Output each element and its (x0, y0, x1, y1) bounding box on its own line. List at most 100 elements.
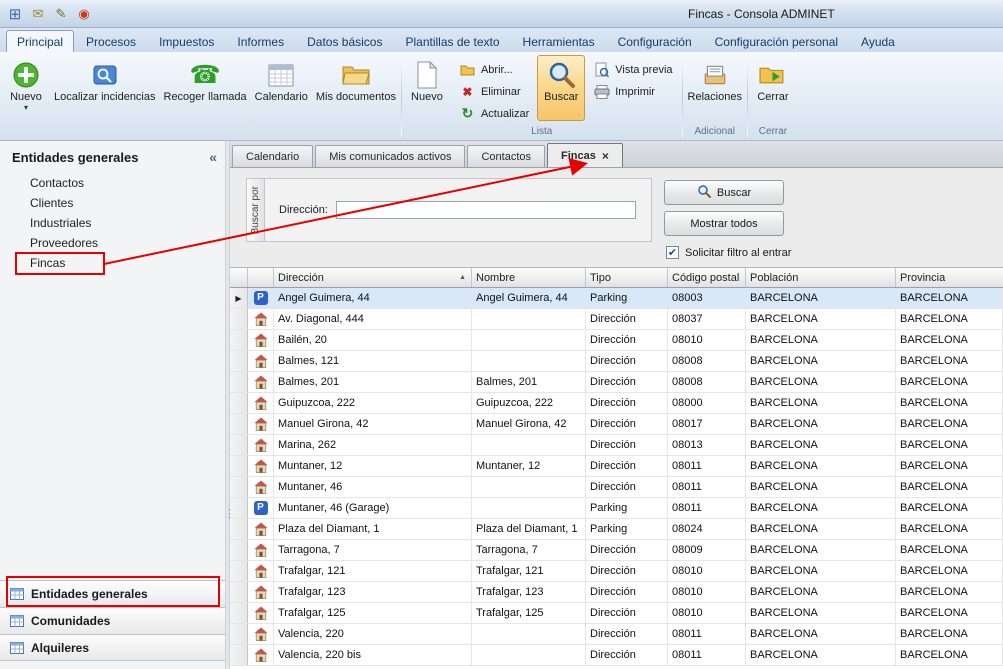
close-icon[interactable]: × (602, 149, 609, 163)
tab-mis-comunicados-activos[interactable]: Mis comunicados activos (315, 145, 465, 167)
table-row[interactable]: Marina, 262Dirección08013BARCELONABARCEL… (230, 435, 1003, 456)
tab-fincas[interactable]: Fincas × (547, 143, 623, 167)
building-icon (248, 372, 274, 392)
nav-button-comunidades[interactable]: Comunidades (0, 607, 225, 634)
cell-poblacion: BARCELONA (746, 477, 896, 497)
nuevo-button[interactable]: Nuevo ▾ (2, 55, 50, 121)
close-folder-icon (759, 58, 786, 91)
actualizar-button[interactable]: ↻ Actualizar (456, 105, 532, 122)
cell-codigo-postal: 08011 (668, 477, 746, 497)
table-row[interactable]: Muntaner, 12Muntaner, 12Dirección08011BA… (230, 456, 1003, 477)
abrir-button[interactable]: Abrir... (456, 61, 532, 78)
cell-codigo-postal: 08008 (668, 372, 746, 392)
ribbon-tab-bar: PrincipalProcesosImpuestosInformesDatos … (0, 28, 1003, 52)
cell-direccion: Balmes, 121 (274, 351, 472, 371)
building-icon (248, 393, 274, 413)
imprimir-button[interactable]: Imprimir (590, 83, 675, 100)
table-row[interactable]: PMuntaner, 46 (Garage)Parking08011BARCEL… (230, 498, 1003, 519)
calendario-button[interactable]: Calendario (251, 55, 312, 121)
cell-nombre: Balmes, 201 (472, 372, 586, 392)
nav-button-entidades-generales[interactable]: Entidades generales (0, 580, 225, 607)
ribbon-tab-datos-basicos[interactable]: Datos básicos (296, 30, 393, 52)
nuevo-lista-button[interactable]: Nuevo (403, 55, 451, 121)
record-icon[interactable]: ◉ (74, 4, 94, 24)
tab-contactos[interactable]: Contactos (467, 145, 545, 167)
sidebar-item-contactos[interactable]: Contactos (0, 173, 225, 193)
lista-small-buttons-2: Vista previa Imprimir (585, 55, 680, 100)
cell-nombre (472, 498, 586, 518)
ribbon-tab-impuestos[interactable]: Impuestos (148, 30, 225, 52)
cerrar-button[interactable]: Cerrar (749, 55, 797, 121)
sidebar-item-fincas[interactable]: Fincas (0, 253, 225, 273)
ribbon-tab-procesos[interactable]: Procesos (75, 30, 147, 52)
mis-documentos-button[interactable]: Mis documentos (312, 55, 400, 121)
mostrar-todos-button[interactable]: Mostrar todos (664, 211, 784, 236)
ribbon-tab-ayuda[interactable]: Ayuda (850, 30, 906, 52)
column-header-codigo-postal[interactable]: Código postal (668, 268, 746, 287)
column-header-poblacion[interactable]: Población (746, 268, 896, 287)
ribbon-tab-principal[interactable]: Principal (6, 30, 74, 52)
table-row[interactable]: Guipuzcoa, 222Guipuzcoa, 222Dirección080… (230, 393, 1003, 414)
table-row[interactable]: Valencia, 220 bisDirección08011BARCELONA… (230, 645, 1003, 666)
ribbon-tab-plantillas-de-texto[interactable]: Plantillas de texto (394, 30, 510, 52)
recoger-llamada-button[interactable]: ☎ Recoger llamada (160, 55, 251, 121)
buscar-por-label-box: Buscar por (247, 179, 265, 241)
collapse-icon[interactable]: « (209, 149, 217, 165)
sidebar-title: Entidades generales (12, 150, 138, 165)
table-row[interactable]: Av. Diagonal, 444Dirección08037BARCELONA… (230, 309, 1003, 330)
table-row[interactable]: Balmes, 121Dirección08008BARCELONABARCEL… (230, 351, 1003, 372)
localizar-incidencias-button[interactable]: Localizar incidencias (50, 55, 160, 121)
cell-codigo-postal: 08000 (668, 393, 746, 413)
tab-calendario[interactable]: Calendario (232, 145, 313, 167)
cell-provincia: BARCELONA (896, 498, 1003, 518)
ribbon-tab-configuracion-personal[interactable]: Configuración personal (704, 30, 849, 52)
ribbon-tab-configuracion[interactable]: Configuración (607, 30, 703, 52)
column-header-label: Provincia (900, 272, 945, 284)
app-icon[interactable]: ⊞ (5, 4, 25, 24)
ribbon-tab-herramientas[interactable]: Herramientas (512, 30, 606, 52)
filter-checkbox-label: Solicitar filtro al entrar (685, 247, 791, 259)
table-row[interactable]: ▶PAngel Guimera, 44Angel Guimera, 44Park… (230, 288, 1003, 309)
filter-buscar-button[interactable]: Buscar (664, 180, 784, 205)
table-row[interactable]: Trafalgar, 125Trafalgar, 125Dirección080… (230, 603, 1003, 624)
column-header-direccion[interactable]: Dirección▲ (274, 268, 472, 287)
relaciones-button[interactable]: Relaciones (684, 55, 746, 121)
nav-button-alquileres[interactable]: Alquileres (0, 634, 225, 661)
column-header-provincia[interactable]: Provincia (896, 268, 1003, 287)
table-row[interactable]: Bailén, 20Dirección08010BARCELONABARCELO… (230, 330, 1003, 351)
vista-previa-button[interactable]: Vista previa (590, 61, 675, 78)
column-header-tipo[interactable]: Tipo (586, 268, 668, 287)
ribbon: Nuevo ▾ Localizar incidencias ☎ Recoger … (0, 52, 1003, 141)
table-row[interactable]: Valencia, 220Dirección08011BARCELONABARC… (230, 624, 1003, 645)
table-row[interactable]: Muntaner, 46Dirección08011BARCELONABARCE… (230, 477, 1003, 498)
column-header-nombre[interactable]: Nombre (472, 268, 586, 287)
buscar-button[interactable]: Buscar (537, 55, 585, 121)
cell-tipo: Dirección (586, 561, 668, 581)
ribbon-tab-informes[interactable]: Informes (226, 30, 295, 52)
row-indicator (230, 477, 248, 497)
filter-checkbox[interactable]: ✔ (666, 246, 679, 259)
cell-poblacion: BARCELONA (746, 435, 896, 455)
building-icon (248, 309, 274, 329)
sidebar-item-industriales[interactable]: Industriales (0, 213, 225, 233)
cell-provincia: BARCELONA (896, 372, 1003, 392)
cell-provincia: BARCELONA (896, 519, 1003, 539)
table-row[interactable]: Trafalgar, 121Trafalgar, 121Dirección080… (230, 561, 1003, 582)
calendar-icon (268, 58, 294, 91)
tab-label: Fincas (561, 150, 596, 162)
sidebar-item-clientes[interactable]: Clientes (0, 193, 225, 213)
cell-codigo-postal: 08024 (668, 519, 746, 539)
sidebar-item-proveedores[interactable]: Proveedores (0, 233, 225, 253)
table-row[interactable]: Balmes, 201Balmes, 201Dirección08008BARC… (230, 372, 1003, 393)
cell-poblacion: BARCELONA (746, 414, 896, 434)
cell-direccion: Trafalgar, 121 (274, 561, 472, 581)
table-row[interactable]: Tarragona, 7Tarragona, 7Dirección08009BA… (230, 540, 1003, 561)
eliminar-button[interactable]: ✖ Eliminar (456, 83, 532, 100)
edit-icon[interactable]: ✎ (51, 4, 71, 24)
direccion-input[interactable] (336, 201, 636, 219)
cell-tipo: Dirección (586, 624, 668, 644)
table-row[interactable]: Plaza del Diamant, 1Plaza del Diamant, 1… (230, 519, 1003, 540)
table-row[interactable]: Trafalgar, 123Trafalgar, 123Dirección080… (230, 582, 1003, 603)
mail-icon[interactable]: ✉ (28, 4, 48, 24)
table-row[interactable]: Manuel Girona, 42Manuel Girona, 42Direcc… (230, 414, 1003, 435)
